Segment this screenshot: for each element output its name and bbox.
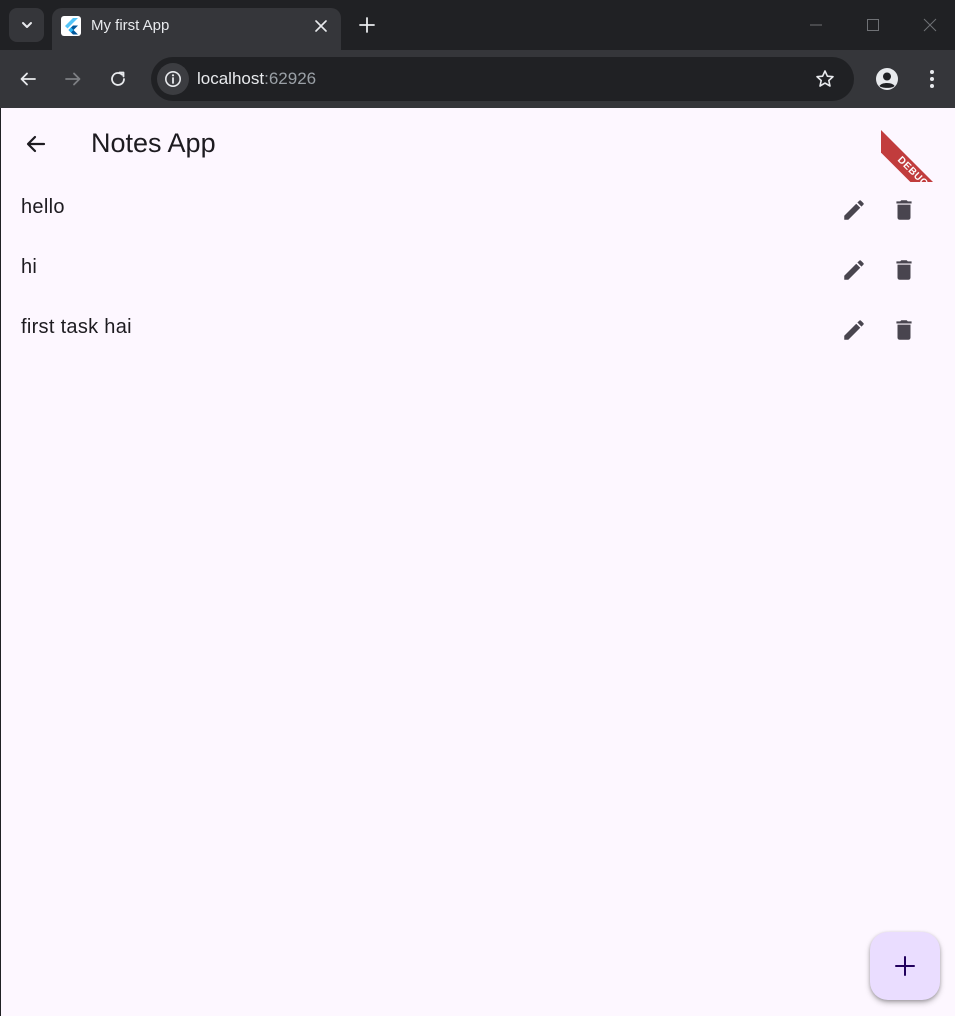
back-nav-button[interactable] <box>13 64 43 94</box>
site-info-button[interactable] <box>157 63 189 95</box>
notes-list: hello hi first task hai <box>1 180 955 360</box>
reload-icon <box>111 71 125 86</box>
forward-nav-button[interactable] <box>58 64 88 94</box>
delete-note-button[interactable] <box>884 250 924 290</box>
chevron-down-icon <box>21 22 32 28</box>
trash-icon <box>896 260 912 280</box>
app-viewport: Notes App hello hi first task hai DEBUG <box>1 108 955 1016</box>
plus-icon <box>895 956 915 976</box>
page-title: Notes App <box>91 128 216 158</box>
delete-note-button[interactable] <box>884 190 924 230</box>
tab-title: My first App <box>91 17 170 34</box>
browser-menu-button[interactable] <box>920 65 944 93</box>
list-item[interactable]: first task hai <box>1 300 955 360</box>
star-icon <box>816 70 834 87</box>
address-url: localhost:62926 <box>197 69 316 89</box>
minimize-icon <box>810 24 822 26</box>
edit-note-button[interactable] <box>834 190 874 230</box>
maximize-button[interactable] <box>858 10 888 40</box>
tab-search-button[interactable] <box>9 8 44 42</box>
delete-note-button[interactable] <box>884 310 924 350</box>
reload-button[interactable] <box>103 64 133 94</box>
edit-note-button[interactable] <box>834 250 874 290</box>
app-bar: Notes App <box>1 108 955 180</box>
list-item[interactable]: hi <box>1 240 955 300</box>
tab-close-button[interactable] <box>311 16 331 36</box>
note-text: hello <box>21 196 65 218</box>
maximize-icon <box>867 19 879 31</box>
pencil-icon <box>844 320 864 340</box>
close-icon <box>315 20 327 32</box>
browser-tab[interactable]: My first App <box>52 8 341 50</box>
debug-banner: DEBUG <box>881 108 955 182</box>
address-bar[interactable]: localhost:62926 <box>151 57 854 101</box>
close-window-button[interactable] <box>915 10 945 40</box>
add-note-fab[interactable] <box>870 932 940 1000</box>
bookmark-button[interactable] <box>814 68 836 90</box>
url-host: localhost <box>197 69 265 88</box>
trash-icon <box>896 320 912 340</box>
browser-tabstrip: My first App <box>0 0 955 50</box>
arrow-left-icon <box>26 135 46 153</box>
profile-button[interactable] <box>873 65 901 93</box>
info-icon <box>165 71 181 87</box>
back-button[interactable] <box>16 124 56 164</box>
url-port: :62926 <box>264 69 317 88</box>
pencil-icon <box>844 260 864 280</box>
debug-label: DEBUG <box>881 128 955 182</box>
trash-icon <box>896 200 912 220</box>
account-icon <box>876 68 898 90</box>
arrow-right-icon <box>65 72 81 86</box>
minimize-button[interactable] <box>801 10 831 40</box>
edit-note-button[interactable] <box>834 310 874 350</box>
plus-icon <box>359 17 375 33</box>
arrow-left-icon <box>20 72 36 86</box>
close-icon <box>923 18 937 32</box>
list-item[interactable]: hello <box>1 180 955 240</box>
new-tab-button[interactable] <box>353 11 381 39</box>
kebab-menu-icon <box>930 70 934 88</box>
pencil-icon <box>844 200 864 220</box>
note-text: hi <box>21 256 38 278</box>
flutter-logo-icon <box>61 16 81 36</box>
note-text: first task hai <box>21 316 132 338</box>
browser-toolbar: localhost:62926 <box>0 50 955 108</box>
